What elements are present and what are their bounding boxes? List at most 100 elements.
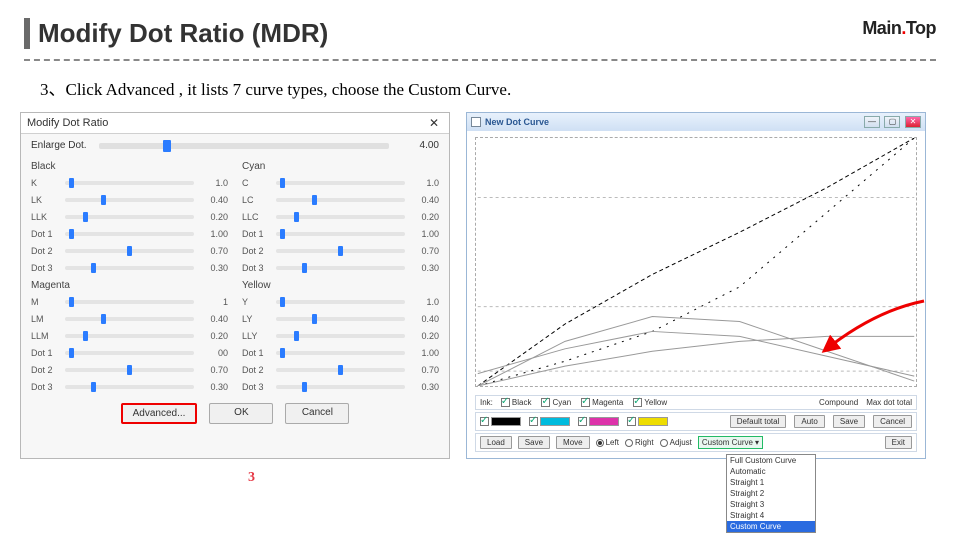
curve-chart[interactable] — [475, 137, 917, 387]
radio-right[interactable]: Right — [625, 438, 654, 447]
close-window-icon[interactable]: ✕ — [905, 116, 921, 128]
auto-button[interactable]: Auto — [794, 415, 824, 428]
row-slider[interactable] — [276, 215, 405, 219]
curve-titlebar[interactable]: New Dot Curve — ▢ ✕ — [467, 113, 925, 131]
row-slider[interactable] — [65, 368, 194, 372]
slider-thumb[interactable] — [127, 246, 132, 256]
slider-thumb[interactable] — [101, 195, 106, 205]
swatch-cyan[interactable] — [529, 417, 570, 426]
slider-thumb[interactable] — [163, 140, 171, 152]
row-slider[interactable] — [276, 385, 405, 389]
exit-button[interactable]: Exit — [885, 436, 912, 449]
curve-type-dropdown[interactable]: Full Custom CurveAutomaticStraight 1Stra… — [726, 454, 816, 533]
dropdown-item[interactable]: Custom Curve — [727, 521, 815, 532]
slider-thumb[interactable] — [294, 212, 299, 222]
row-value: 0.40 — [409, 195, 439, 205]
curve-type-combo[interactable]: Custom Curve ▾ — [698, 436, 763, 449]
slider-thumb[interactable] — [127, 365, 132, 375]
cancel-right-button[interactable]: Cancel — [873, 415, 912, 428]
slider-thumb[interactable] — [280, 348, 285, 358]
swatch-magenta[interactable] — [578, 417, 619, 426]
advanced-button[interactable]: Advanced... — [121, 403, 198, 424]
load-button[interactable]: Load — [480, 436, 512, 449]
slider-thumb[interactable] — [294, 331, 299, 341]
row-slider[interactable] — [65, 266, 194, 270]
default-button[interactable]: Default total — [730, 415, 787, 428]
slider-thumb[interactable] — [280, 178, 285, 188]
slider-row: Y1.0 — [242, 293, 439, 310]
swatch-yellow[interactable] — [627, 417, 668, 426]
row-slider[interactable] — [276, 181, 405, 185]
slider-thumb[interactable] — [280, 297, 285, 307]
row-slider[interactable] — [276, 317, 405, 321]
row-slider[interactable] — [65, 334, 194, 338]
slider-thumb[interactable] — [91, 382, 96, 392]
slider-thumb[interactable] — [302, 263, 307, 273]
row-slider[interactable] — [276, 232, 405, 236]
row-slider[interactable] — [276, 198, 405, 202]
slider-thumb[interactable] — [83, 212, 88, 222]
slider-thumb[interactable] — [302, 382, 307, 392]
dropdown-item[interactable]: Full Custom Curve — [727, 455, 815, 466]
row-slider[interactable] — [276, 266, 405, 270]
mdr-titlebar[interactable]: Modify Dot Ratio ✕ — [21, 113, 449, 134]
row-slider[interactable] — [276, 249, 405, 253]
row-label: LLK — [31, 212, 61, 222]
slider-row: Dot 100 — [31, 344, 228, 361]
slider-thumb[interactable] — [338, 365, 343, 375]
dropdown-item[interactable]: Straight 3 — [727, 499, 815, 510]
radio-left[interactable]: Left — [596, 438, 619, 447]
slider-thumb[interactable] — [312, 195, 317, 205]
move-button[interactable]: Move — [556, 436, 590, 449]
save-button[interactable]: Save — [518, 436, 550, 449]
close-icon[interactable]: ✕ — [425, 116, 443, 130]
row-slider[interactable] — [276, 368, 405, 372]
row-slider[interactable] — [65, 300, 194, 304]
ink-check[interactable]: Magenta — [581, 398, 623, 407]
brand-logo: Main.Top — [862, 18, 936, 39]
slider-thumb[interactable] — [338, 246, 343, 256]
dropdown-item[interactable]: Straight 1 — [727, 477, 815, 488]
slider-thumb[interactable] — [91, 263, 96, 273]
slider-thumb[interactable] — [280, 229, 285, 239]
row-slider[interactable] — [65, 385, 194, 389]
checkbox-icon — [633, 398, 642, 407]
slider-thumb[interactable] — [83, 331, 88, 341]
maximize-icon[interactable]: ▢ — [884, 116, 900, 128]
row-slider[interactable] — [65, 317, 194, 321]
row-slider[interactable] — [276, 351, 405, 355]
ok-button[interactable]: OK — [209, 403, 273, 424]
radio-adjust[interactable]: Adjust — [660, 438, 692, 447]
row-slider[interactable] — [65, 198, 194, 202]
swatch-black[interactable] — [480, 417, 521, 426]
slider-thumb[interactable] — [312, 314, 317, 324]
slider-thumb[interactable] — [101, 314, 106, 324]
slider-thumb[interactable] — [69, 348, 74, 358]
save-right-button[interactable]: Save — [833, 415, 865, 428]
cancel-button[interactable]: Cancel — [285, 403, 349, 424]
row-slider[interactable] — [65, 249, 194, 253]
slider-row: M1 — [31, 293, 228, 310]
ink-check[interactable]: Yellow — [633, 398, 667, 407]
row-slider[interactable] — [65, 351, 194, 355]
dropdown-item[interactable]: Straight 2 — [727, 488, 815, 499]
slider-thumb[interactable] — [69, 297, 74, 307]
slider-thumb[interactable] — [69, 229, 74, 239]
ink-check[interactable]: Cyan — [541, 398, 571, 407]
minimize-icon[interactable]: — — [864, 116, 880, 128]
slider-row: LLM0.20 — [31, 327, 228, 344]
row-slider[interactable] — [65, 232, 194, 236]
window-controls: — ▢ ✕ — [862, 116, 921, 128]
dropdown-item[interactable]: Straight 4 — [727, 510, 815, 521]
row-slider[interactable] — [65, 215, 194, 219]
row-slider[interactable] — [65, 181, 194, 185]
ink-check[interactable]: Black — [501, 398, 532, 407]
row-slider[interactable] — [276, 300, 405, 304]
enlarge-slider[interactable] — [99, 143, 389, 149]
slider-thumb[interactable] — [69, 178, 74, 188]
dropdown-item[interactable]: Automatic — [727, 466, 815, 477]
slider-row: Dot 11.00 — [31, 225, 228, 242]
row-value: 0.40 — [409, 314, 439, 324]
row-label: Y — [242, 297, 272, 307]
row-slider[interactable] — [276, 334, 405, 338]
